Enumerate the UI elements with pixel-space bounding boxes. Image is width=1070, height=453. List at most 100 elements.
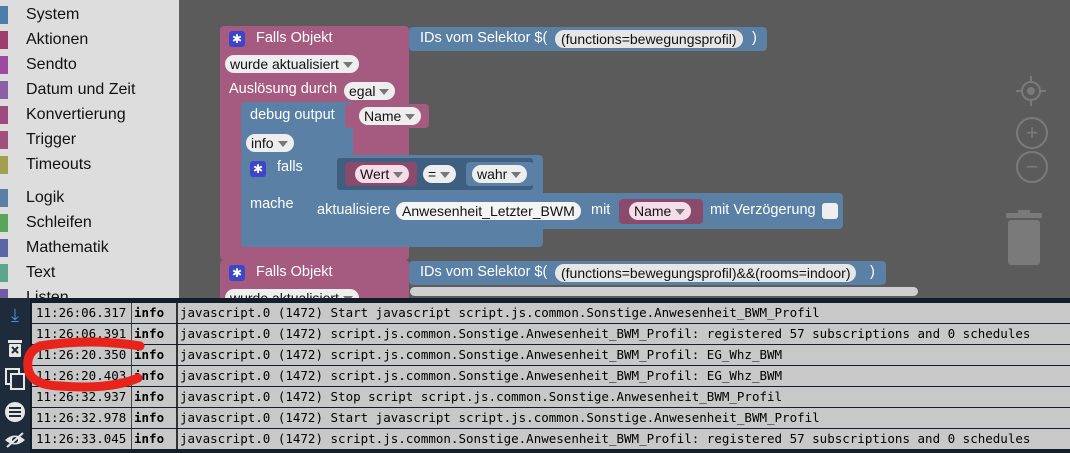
download-icon[interactable]: ⤓ — [3, 303, 27, 327]
category-color-swatch — [0, 56, 8, 74]
category-label: Mathematik — [26, 239, 109, 256]
bool-dropdown[interactable]: wahr — [472, 165, 528, 183]
log-time: 11:26:32.937 — [34, 387, 132, 407]
toolbox-category-mathematik[interactable]: Mathematik — [0, 236, 179, 260]
selector-value[interactable]: (functions=bewegungsprofil)&&(rooms=indo… — [555, 264, 857, 282]
log-row: 11:26:20.350 info javascript.0 (1472) scri… — [32, 345, 1070, 365]
toolbox-category-sendto[interactable]: Sendto — [0, 53, 179, 77]
toolbox-category-logik[interactable]: Logik — [0, 186, 179, 210]
debug-output-block[interactable]: debug output info — [241, 102, 353, 156]
toolbox-category-system[interactable]: System — [0, 3, 179, 27]
event-type-dropdown[interactable]: wurde aktualisiert — [225, 289, 359, 298]
copy-icon[interactable] — [3, 368, 27, 392]
update-target-field[interactable]: Anwesenheit_Letzter_BWM — [396, 202, 581, 220]
log-row: 11:26:06.391 info javascript.0 (1472) scri… — [32, 324, 1070, 344]
wert-dropdown[interactable]: Wert — [355, 165, 410, 183]
update-with-label: mit — [591, 202, 611, 218]
log-row: 11:26:06.317 info javascript.0 (1472) Star… — [32, 303, 1070, 323]
wert-value-block[interactable]: Wert — [345, 162, 417, 186]
category-label: Listen — [26, 289, 69, 298]
event-block-falls-objekt[interactable]: ✱ Falls Objekt wurde aktualisiert — [220, 260, 409, 298]
category-color-swatch — [0, 106, 8, 124]
log-message: javascript.0 (1472) script.js.common.Son… — [176, 345, 1070, 365]
toolbox-category-datum-und-zeit[interactable]: Datum und Zeit — [0, 78, 179, 102]
category-color-swatch — [0, 31, 8, 49]
category-label: Aktionen — [26, 31, 89, 48]
trigger-label: Auslösung durch — [229, 81, 338, 97]
selector-value[interactable]: (functions=bewegungsprofil) — [555, 30, 743, 48]
horizontal-scrollbar[interactable] — [410, 287, 918, 296]
log-level: info — [134, 389, 165, 404]
category-color-swatch — [0, 131, 8, 149]
toolbox-category-schleifen[interactable]: Schleifen — [0, 211, 179, 235]
toolbox-category-timeouts[interactable]: Timeouts — [0, 153, 179, 177]
log-message: javascript.0 (1472) script.js.common.Son… — [176, 324, 1070, 344]
do-label: mache — [250, 196, 294, 212]
category-color-swatch — [0, 189, 8, 207]
hide-icon[interactable] — [3, 431, 27, 453]
category-label: Sendto — [26, 56, 77, 73]
log-time: 11:26:20.403 — [34, 366, 132, 386]
log-time: 11:26:06.391 — [34, 324, 132, 344]
category-color-swatch — [0, 239, 8, 257]
toolbox-category-konvertierung[interactable]: Konvertierung — [0, 103, 179, 127]
category-color-swatch — [0, 156, 8, 174]
selector-block[interactable]: IDs vom Selektor $( (functions=bewegungs… — [409, 261, 886, 285]
log-row: 11:26:32.978 info javascript.0 (1472) Star… — [32, 408, 1070, 428]
crosshair-icon[interactable] — [1014, 74, 1048, 108]
log-time: 11:26:32.978 — [34, 408, 132, 428]
category-label: Schleifen — [26, 214, 92, 231]
category-color-swatch — [0, 81, 8, 99]
log-message: javascript.0 (1472) Start javascript scr… — [176, 303, 1070, 323]
zoom-in-icon[interactable]: + — [1016, 117, 1048, 149]
debug-label: debug output — [250, 107, 335, 123]
debug-level-dropdown[interactable]: info — [246, 134, 294, 152]
log-level: info — [134, 347, 165, 362]
log-time: 11:26:20.350 — [34, 345, 132, 365]
log-level: info — [134, 431, 165, 446]
toolbox-category-aktionen[interactable]: Aktionen — [0, 28, 179, 52]
block-title: Falls Objekt — [256, 264, 333, 280]
toolbox-category-text[interactable]: Text — [0, 261, 179, 285]
update-value-block[interactable]: Name — [619, 199, 703, 224]
update-label: aktualisiere — [317, 202, 391, 218]
category-label: Timeouts — [26, 156, 92, 173]
log-panel: ⤓ 11:26:06.317 info javascript.0 (1472) St… — [0, 298, 1070, 453]
update-block[interactable]: aktualisiere Anwesenheit_Letzter_BWM mit… — [307, 193, 843, 229]
log-row: 11:26:32.937 info javascript.0 (1472) Stop… — [32, 387, 1070, 407]
name-dropdown[interactable]: Name — [629, 202, 692, 220]
category-label: Logik — [26, 189, 65, 206]
log-level: info — [134, 326, 165, 341]
selector-label: IDs vom Selektor $( — [420, 264, 548, 280]
gear-icon[interactable]: ✱ — [250, 161, 266, 177]
category-color-swatch — [0, 289, 8, 298]
bool-value-block[interactable]: wahr — [466, 162, 534, 186]
toolbox-category-listen[interactable]: Listen — [0, 286, 179, 298]
log-toolbar: ⤓ — [0, 298, 30, 453]
log-row: 11:26:20.403 info javascript.0 (1472) scri… — [32, 366, 1070, 386]
log-message: javascript.0 (1472) script.js.common.Son… — [176, 429, 1070, 449]
zoom-out-icon[interactable]: − — [1016, 151, 1048, 183]
log-message: javascript.0 (1472) Start javascript scr… — [176, 408, 1070, 428]
log-level: info — [134, 305, 165, 320]
operator-dropdown[interactable]: = — [423, 165, 457, 183]
category-label: System — [26, 6, 80, 23]
toolbox-category-trigger[interactable]: Trigger — [0, 128, 179, 152]
trash-icon[interactable] — [1005, 210, 1043, 265]
selector-close: ) — [752, 30, 757, 46]
name-value-block[interactable]: Name — [345, 104, 429, 128]
log-level: info — [134, 410, 165, 425]
gear-icon[interactable]: ✱ — [229, 31, 245, 47]
trigger-dropdown[interactable]: egal — [344, 82, 396, 100]
selector-block[interactable]: IDs vom Selektor $( (functions=bewegungs… — [409, 27, 767, 51]
blockly-workspace[interactable]: ✱ Falls Objekt wurde aktualisiert Auslös… — [179, 0, 1070, 298]
clear-log-icon[interactable] — [3, 338, 27, 362]
block-title: Falls Objekt — [256, 30, 333, 46]
toggle-panel-icon[interactable] — [3, 401, 27, 425]
event-type-dropdown[interactable]: wurde aktualisiert — [225, 55, 359, 73]
delay-checkbox[interactable] — [822, 203, 838, 219]
blockly-toolbox: System Aktionen Sendto Datum und Zeit Ko… — [0, 0, 179, 298]
gear-icon[interactable]: ✱ — [229, 265, 245, 281]
category-label: Trigger — [26, 131, 77, 148]
name-dropdown[interactable]: Name — [359, 107, 422, 125]
